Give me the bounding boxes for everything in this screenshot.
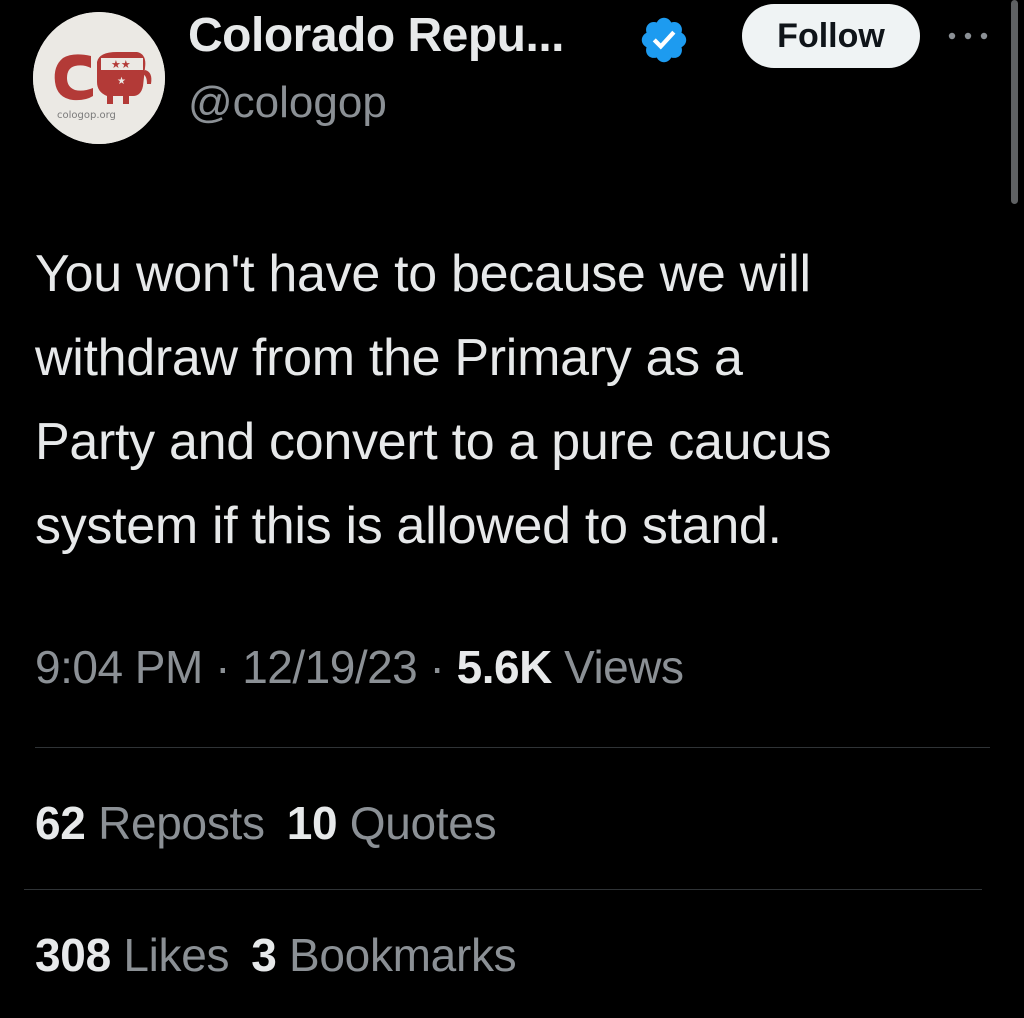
quotes-count: 10 (286, 797, 338, 849)
reposts-stat[interactable]: 62 Reposts (35, 797, 265, 849)
svg-text:★★: ★★ (111, 58, 131, 71)
quotes-label: Quotes (349, 797, 497, 849)
tweet-text: You won't have to because we will withdr… (35, 245, 832, 555)
display-name[interactable]: Colorado Repu... (188, 8, 565, 63)
likes-stat[interactable]: 308 Likes (35, 929, 230, 981)
avatar[interactable]: ★★ ★ cologop.org (33, 12, 165, 144)
likes-count: 308 (35, 929, 111, 981)
more-options-icon[interactable] (946, 28, 990, 44)
stats-row-likes-bookmarks: 308 Likes 3 Bookmarks (35, 928, 517, 982)
follow-button[interactable]: Follow (742, 4, 920, 68)
tweet-time[interactable]: 9:04 PM (35, 641, 203, 693)
divider (35, 747, 990, 748)
scrollbar-thumb[interactable] (1011, 0, 1018, 204)
stats-row-reposts-quotes: 62 Reposts 10 Quotes (35, 796, 497, 850)
meta-separator: · (215, 641, 230, 693)
meta-separator: · (429, 641, 445, 693)
bookmarks-count: 3 (251, 929, 277, 981)
verified-badge-icon (641, 17, 687, 63)
likes-label: Likes (123, 929, 230, 981)
svg-text:★: ★ (117, 76, 126, 87)
account-handle[interactable]: @cologop (188, 78, 387, 128)
tweet-meta: 9:04 PM · 12/19/23 · 5.6K Views (35, 640, 684, 694)
divider (24, 889, 982, 890)
reposts-label: Reposts (98, 797, 265, 849)
views-count: 5.6K (456, 641, 553, 693)
avatar-logo-text: cologop.org (57, 110, 116, 121)
cologop-logo: ★★ ★ (33, 12, 165, 144)
bookmarks-stat[interactable]: 3 Bookmarks (251, 929, 516, 981)
quotes-stat[interactable]: 10 Quotes (287, 797, 497, 849)
views-label: Views (564, 641, 684, 693)
tweet-date[interactable]: 12/19/23 (242, 641, 418, 693)
bookmarks-label: Bookmarks (289, 929, 517, 981)
reposts-count: 62 (35, 797, 86, 849)
